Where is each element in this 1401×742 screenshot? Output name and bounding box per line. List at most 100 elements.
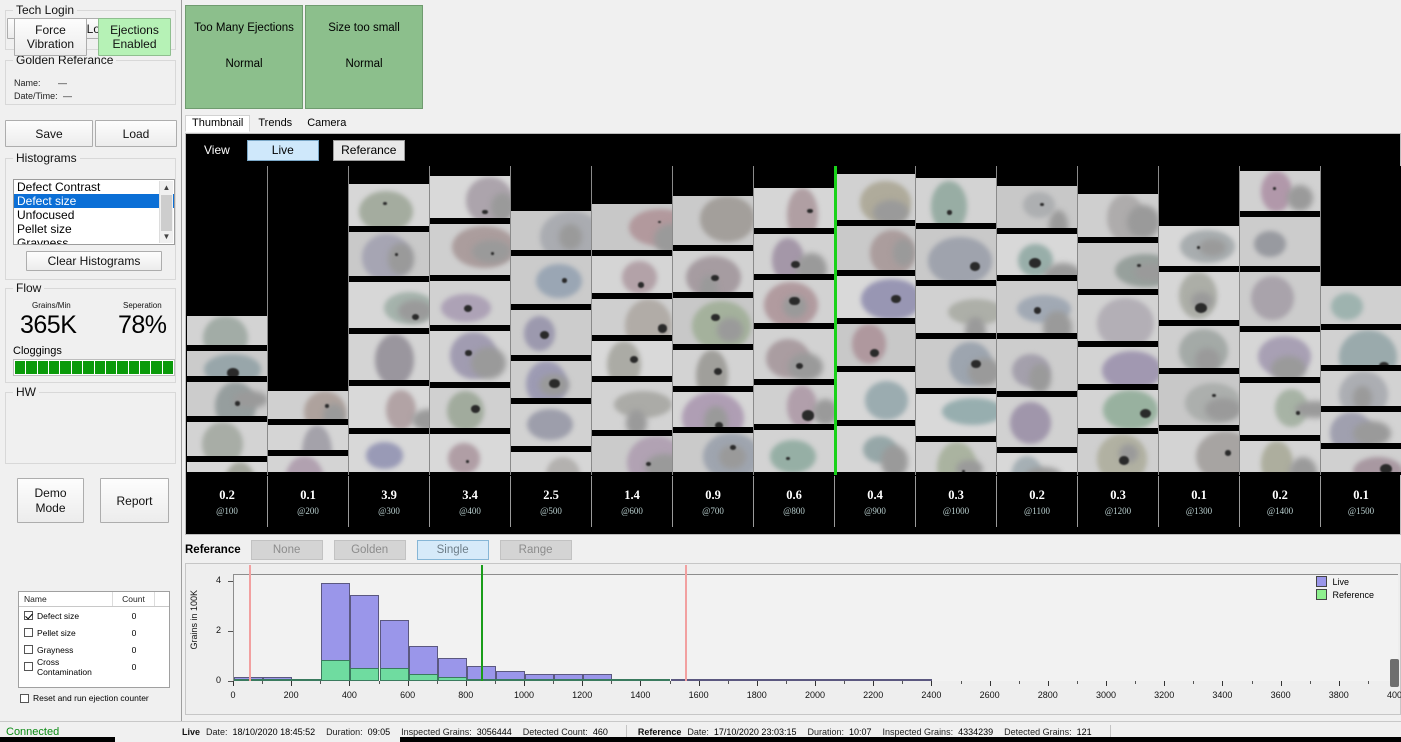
defect-checkbox[interactable] <box>24 645 33 654</box>
thumbnail-cell[interactable] <box>754 280 834 326</box>
thumbnail-cell[interactable] <box>592 382 672 433</box>
thumbnail-cell[interactable] <box>1078 243 1158 292</box>
thumbnail-cell[interactable] <box>511 310 591 358</box>
thumbnail-cell[interactable] <box>1078 390 1158 431</box>
thumbnail-cell[interactable] <box>673 298 753 347</box>
table-row[interactable]: Grayness 0 <box>19 641 169 658</box>
thumbnail-column-3[interactable] <box>430 166 511 475</box>
thumbnail-cell[interactable] <box>1321 330 1401 368</box>
thumbnail-cell[interactable] <box>1321 412 1401 446</box>
thumbnail-cell[interactable] <box>916 394 996 439</box>
thumbnail-label-3[interactable]: 3.4 @400 <box>430 476 511 527</box>
thumbnail-label-12[interactable]: 0.1 @1300 <box>1159 476 1240 527</box>
histogram-list-item-2[interactable]: Unfocused <box>14 208 174 222</box>
thumbnail-label-2[interactable]: 3.9 @300 <box>349 476 430 527</box>
thumbnail-label-4[interactable]: 2.5 @500 <box>511 476 592 527</box>
thumbnail-cell[interactable] <box>511 256 591 307</box>
thumbnail-column-10[interactable] <box>997 166 1078 475</box>
table-row[interactable]: Cross Contamination 0 <box>19 657 169 677</box>
histogram-list-item-4[interactable]: Grayness <box>14 236 174 244</box>
thumbnail-cell[interactable] <box>268 456 348 475</box>
thumbnail-cell[interactable] <box>187 351 267 379</box>
thumbnail-cell[interactable] <box>997 339 1077 394</box>
thumbnail-cell[interactable] <box>430 224 510 278</box>
thumbnail-cell[interactable] <box>997 453 1077 475</box>
thumbnail-cell[interactable] <box>1078 347 1158 387</box>
thumbnail-column-14[interactable] <box>1321 166 1401 475</box>
thumbnail-cell[interactable] <box>187 422 267 459</box>
ejections-enabled-button[interactable]: Ejections Enabled <box>98 18 171 56</box>
reference-mode-golden[interactable]: Golden <box>333 540 406 560</box>
thumbnail-label-6[interactable]: 0.9 @700 <box>673 476 754 527</box>
thumbnail-cell[interactable] <box>754 188 834 231</box>
thumbnail-column-8[interactable] <box>835 166 916 475</box>
thumbnail-cell[interactable] <box>592 204 672 253</box>
thumbnail-column-7[interactable] <box>754 166 835 475</box>
thumbnail-cell[interactable] <box>673 251 753 295</box>
thumbnail-cell[interactable] <box>349 334 429 383</box>
thumbnail-column-6[interactable] <box>673 166 754 475</box>
thumbnail-cell[interactable] <box>511 211 591 253</box>
thumbnail-cell[interactable] <box>349 184 429 229</box>
thumbnail-cell[interactable] <box>1078 434 1158 475</box>
demo-mode-button[interactable]: Demo Mode <box>17 478 84 523</box>
thumbnail-column-13[interactable] <box>1240 166 1321 475</box>
thumbnail-cell[interactable] <box>187 382 267 419</box>
histogram-list-item-1[interactable]: Defect size <box>14 194 174 208</box>
thumbnail-cell[interactable] <box>916 339 996 391</box>
thumbnail-cell[interactable] <box>592 299 672 338</box>
thumbnail-cell[interactable] <box>430 331 510 385</box>
thumbnail-cell[interactable] <box>1321 449 1401 475</box>
thumbnail-cell[interactable] <box>835 276 915 321</box>
chart-marker-high-limit[interactable] <box>685 565 688 681</box>
thumbnail-cell[interactable] <box>916 286 996 336</box>
alarm-tile-1[interactable]: Size too small Normal <box>305 5 423 109</box>
thumbnail-cell[interactable] <box>1240 272 1320 329</box>
thumbnail-cell[interactable] <box>754 234 834 277</box>
thumbnail-column-1[interactable] <box>268 166 349 475</box>
reference-mode-range[interactable]: Range <box>499 540 572 560</box>
thumbnail-cell[interactable] <box>1159 374 1239 428</box>
thumbnail-label-14[interactable]: 0.1 @1500 <box>1321 476 1401 527</box>
thumbnail-column-2[interactable] <box>349 166 430 475</box>
thumbnail-label-8[interactable]: 0.4 @900 <box>835 476 916 527</box>
thumbnail-cell[interactable] <box>1321 286 1401 327</box>
thumbnail-cell[interactable] <box>673 350 753 389</box>
histogram-list-item-3[interactable]: Pellet size <box>14 222 174 236</box>
save-button[interactable]: Save <box>5 120 93 147</box>
thumbnail-cell[interactable] <box>430 434 510 475</box>
thumbnail-cell[interactable] <box>835 324 915 369</box>
reset-ejection-counter-row[interactable]: Reset and run ejection counter <box>20 693 149 703</box>
thumbnail-cell[interactable] <box>835 426 915 475</box>
thumbnail-cell[interactable] <box>673 392 753 430</box>
view-reference-button[interactable]: Referance <box>332 139 405 161</box>
thumbnail-column-12[interactable] <box>1159 166 1240 475</box>
thumbnail-cell[interactable] <box>268 425 348 453</box>
table-row[interactable]: Pellet size 0 <box>19 624 169 641</box>
scroll-thumb[interactable] <box>161 195 172 231</box>
thumbnail-cell[interactable] <box>835 174 915 223</box>
tab-thumbnail[interactable]: Thumbnail <box>185 115 251 132</box>
thumbnail-cell[interactable] <box>916 178 996 226</box>
thumbnail-cell[interactable] <box>997 397 1077 450</box>
thumbnail-cell[interactable] <box>754 430 834 475</box>
thumbnail-cell[interactable] <box>1159 226 1239 269</box>
tab-trends[interactable]: Trends <box>251 115 299 132</box>
thumbnail-label-9[interactable]: 0.3 @1000 <box>916 476 997 527</box>
thumbnail-cell[interactable] <box>349 434 429 475</box>
thumbnail-label-0[interactable]: 0.2 @100 <box>187 476 268 527</box>
thumbnail-cell[interactable] <box>754 385 834 427</box>
thumbnail-cell[interactable] <box>1159 326 1239 371</box>
thumbnail-cell[interactable] <box>754 329 834 382</box>
thumbnail-cell[interactable] <box>1240 171 1320 214</box>
thumbnail-cell[interactable] <box>997 281 1077 336</box>
view-live-button[interactable]: Live <box>246 139 319 161</box>
thumbnail-column-9[interactable] <box>916 166 997 475</box>
thumbnail-cell[interactable] <box>1078 194 1158 240</box>
scroll-up-icon[interactable]: ▲ <box>160 181 173 194</box>
report-button[interactable]: Report <box>100 478 169 523</box>
thumbnail-cell[interactable] <box>511 452 591 475</box>
thumbnail-cell[interactable] <box>997 234 1077 278</box>
thumbnail-column-11[interactable] <box>1078 166 1159 475</box>
reset-ejection-counter-checkbox[interactable] <box>20 693 29 703</box>
